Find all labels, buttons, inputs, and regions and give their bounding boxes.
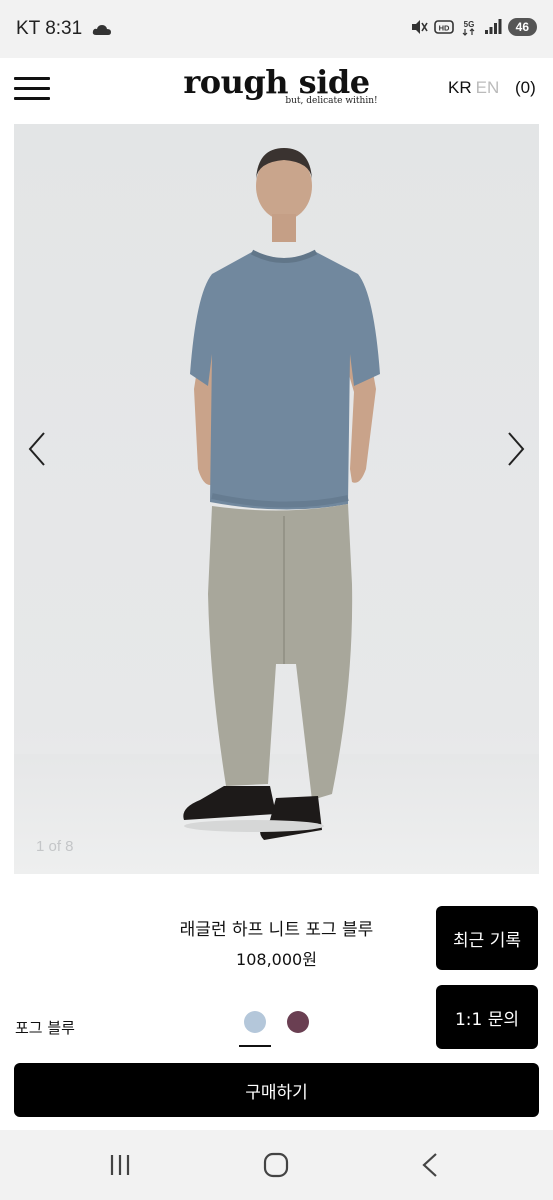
- svg-text:HD: HD: [438, 24, 449, 33]
- site-header: rough side but, delicate within! KR EN (0…: [0, 58, 553, 124]
- status-time: KT 8:31: [16, 18, 83, 39]
- home-icon[interactable]: [256, 1150, 296, 1180]
- model-figure: [183, 148, 380, 840]
- product-image[interactable]: 1 of 8: [14, 124, 539, 874]
- battery-indicator: 46: [507, 18, 537, 36]
- color-swatch-fog-blue[interactable]: [244, 1011, 266, 1033]
- 5g-icon: 5G: [462, 20, 475, 36]
- signal-icon: [484, 19, 502, 34]
- color-swatch-purple[interactable]: [287, 1011, 309, 1033]
- buy-button[interactable]: 구매하기: [14, 1063, 539, 1117]
- next-image-arrow-icon[interactable]: [501, 429, 531, 469]
- inquiry-button[interactable]: 1:1 문의: [436, 985, 538, 1049]
- svg-text:5G: 5G: [463, 20, 474, 29]
- status-icons: HD 5G 46: [410, 18, 537, 36]
- selected-color-label: 포그 블루: [15, 1019, 75, 1037]
- mute-icon: [411, 20, 428, 34]
- back-icon[interactable]: [410, 1150, 450, 1180]
- image-counter: 1 of 8: [36, 838, 74, 855]
- status-bar: KT 8:31 HD 5G 46: [0, 0, 553, 58]
- language-switcher: KR EN: [448, 78, 499, 98]
- lang-kr-link[interactable]: KR: [448, 78, 472, 97]
- cart-link[interactable]: (0): [515, 78, 536, 98]
- hd-icon: HD: [433, 20, 454, 34]
- recent-apps-icon[interactable]: [100, 1150, 140, 1180]
- selected-swatch-indicator: [239, 1045, 271, 1047]
- prev-image-arrow-icon[interactable]: [22, 429, 52, 469]
- recent-history-button[interactable]: 최근 기록: [436, 906, 538, 970]
- lang-en-link[interactable]: EN: [476, 78, 500, 97]
- system-nav-bar: [0, 1130, 553, 1200]
- cloud-icon: [92, 25, 111, 35]
